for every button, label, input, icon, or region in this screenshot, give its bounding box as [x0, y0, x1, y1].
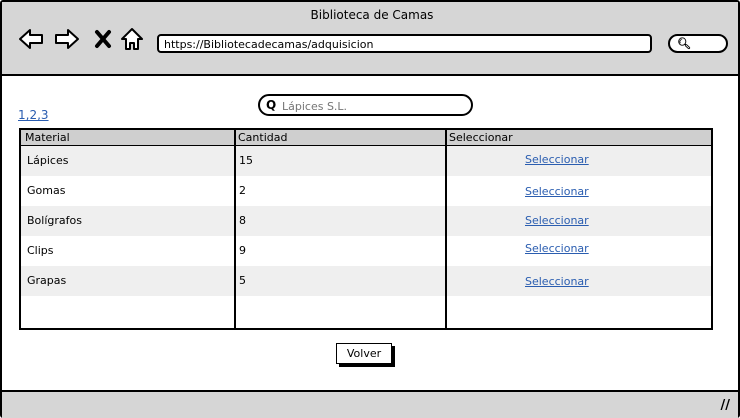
select-link[interactable]: Seleccionar: [525, 275, 589, 288]
forward-arrow-icon[interactable]: [54, 28, 80, 50]
header-seleccionar: Seleccionar: [449, 131, 513, 144]
search-input[interactable]: [280, 97, 469, 115]
cell-material: Bolígrafos: [27, 214, 82, 227]
cell-cantidad: 5: [239, 274, 246, 287]
cell-material: Gomas: [27, 184, 66, 197]
browser-toolbar: Biblioteca de Camas https://Bibliotecade…: [2, 2, 738, 76]
pagination-links[interactable]: 1,2,3: [18, 108, 49, 122]
table-header: Material Cantidad Seleccionar: [21, 130, 711, 146]
url-search-button[interactable]: 🔍︎: [668, 34, 728, 53]
header-cantidad: Cantidad: [238, 131, 288, 144]
select-link[interactable]: Seleccionar: [525, 214, 589, 227]
resize-grip-icon[interactable]: //: [721, 398, 731, 413]
back-arrow-icon[interactable]: [18, 28, 44, 50]
table-row: Clips 9 Seleccionar: [21, 236, 711, 266]
search-box[interactable]: Q: [258, 94, 473, 116]
cell-material: Grapas: [27, 274, 67, 287]
table-row: Bolígrafos 8 Seleccionar: [21, 206, 711, 236]
materials-table: Material Cantidad Seleccionar Lápices 15…: [19, 128, 713, 330]
close-icon[interactable]: [94, 29, 112, 49]
search-icon: Q: [266, 98, 277, 112]
cell-cantidad: 15: [239, 154, 253, 167]
cell-material: Lápices: [27, 154, 69, 167]
table-row: Lápices 15 Seleccionar: [21, 146, 711, 176]
url-bar[interactable]: https://Bibliotecadecamas/adquisicion: [157, 34, 652, 53]
search-icon: 🔍︎: [677, 37, 691, 50]
cell-cantidad: 2: [239, 184, 246, 197]
column-divider: [234, 130, 236, 328]
table-row: Grapas 5 Seleccionar: [21, 266, 711, 296]
home-icon[interactable]: [120, 27, 144, 51]
select-link[interactable]: Seleccionar: [525, 242, 589, 255]
window-title: Biblioteca de Camas: [310, 8, 434, 22]
volver-button[interactable]: Volver: [336, 343, 392, 364]
status-bar: //: [2, 390, 738, 418]
select-link[interactable]: Seleccionar: [525, 153, 589, 166]
header-material: Material: [25, 131, 70, 144]
cell-material: Clips: [27, 244, 54, 257]
cell-cantidad: 9: [239, 244, 246, 257]
cell-cantidad: 8: [239, 214, 246, 227]
table-row: Gomas 2 Seleccionar: [21, 176, 711, 206]
select-link[interactable]: Seleccionar: [525, 185, 589, 198]
column-divider: [445, 130, 447, 328]
browser-window: Biblioteca de Camas https://Bibliotecade…: [0, 0, 740, 418]
